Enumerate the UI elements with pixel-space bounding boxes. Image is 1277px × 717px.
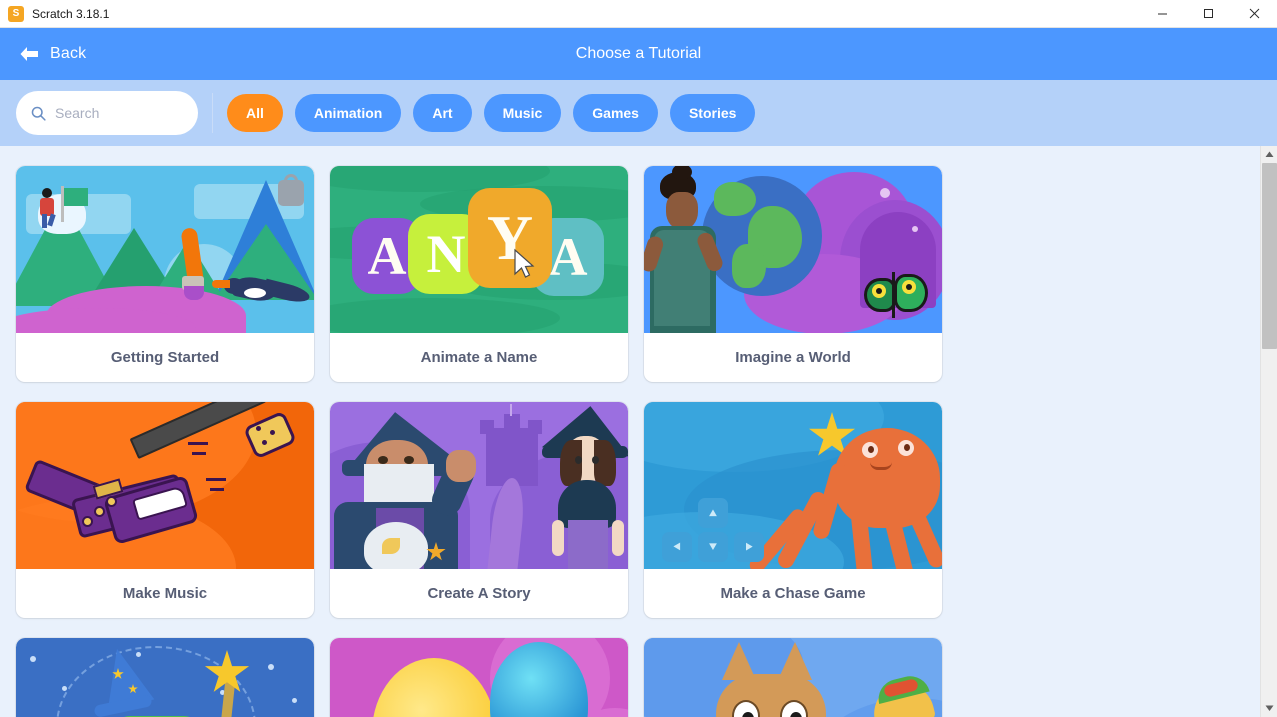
tutorial-header-bar: Back Choose a Tutorial	[0, 28, 1277, 80]
page-title: Choose a Tutorial	[575, 45, 702, 62]
tutorial-card-title: Imagine a World	[735, 349, 851, 366]
mouse-cursor-icon	[514, 248, 535, 278]
tutorial-card-grid: Getting Started A N A Y Animate a Name I…	[0, 146, 1256, 717]
tutorial-thumbnail-row3-balloons	[330, 638, 628, 717]
tutorial-thumbnail-create-a-story	[330, 402, 628, 569]
filter-pill-stories[interactable]: Stories	[669, 94, 756, 132]
filter-pill-music[interactable]: Music	[483, 94, 562, 132]
maximize-button[interactable]	[1185, 0, 1231, 28]
tutorial-card-title: Create A Story	[427, 585, 531, 602]
tutorial-card-title: Make Music	[122, 585, 208, 602]
window-titlebar: S Scratch 3.18.1	[0, 0, 1277, 28]
arrow-key-left: ⯇	[662, 532, 692, 562]
scrollbar-up-button[interactable]	[1261, 146, 1277, 163]
tutorial-thumbnail-animate-a-name: A N A Y	[330, 166, 628, 333]
close-button[interactable]	[1231, 0, 1277, 28]
tutorial-filter-bar: All Animation Art Music Games Stories	[0, 80, 1277, 146]
arrow-key-right: ⯈	[734, 532, 764, 562]
search-input[interactable]	[55, 105, 184, 121]
scrollbar-down-button[interactable]	[1261, 700, 1277, 717]
tutorial-card-imagine-a-world[interactable]: Imagine a World	[644, 166, 942, 382]
tutorial-thumbnail-make-a-chase-game: ⯅ ⯇ ⯆ ⯈	[644, 402, 942, 569]
scratch-logo-icon: S	[8, 5, 24, 22]
window-controls	[1139, 0, 1277, 28]
tutorial-card-title: Animate a Name	[420, 349, 538, 366]
vertical-scrollbar[interactable]	[1260, 146, 1277, 717]
tutorial-card-make-a-chase-game[interactable]: ⯅ ⯇ ⯆ ⯈ Make a Chase Game	[644, 402, 942, 618]
tutorial-list-region: Getting Started A N A Y Animate a Name I…	[0, 146, 1277, 717]
chevron-up-icon	[1265, 151, 1273, 157]
window-title: Scratch 3.18.1	[32, 6, 110, 21]
arrow-left-icon	[20, 47, 38, 61]
tutorial-card-make-music[interactable]: Make Music	[16, 402, 314, 618]
tutorial-thumbnail-getting-started	[16, 166, 314, 333]
back-button-label: Back	[50, 45, 87, 62]
filter-pill-games[interactable]: Games	[573, 94, 658, 132]
filter-pill-group: All Animation Art Music Games Stories	[227, 94, 756, 132]
tutorial-card-title: Make a Chase Game	[720, 585, 866, 602]
chevron-down-icon	[1265, 705, 1273, 711]
letter-tile-y: Y	[468, 188, 552, 288]
tutorial-card-row3-cat-taco[interactable]	[644, 638, 942, 717]
scrollbar-track[interactable]	[1261, 163, 1277, 700]
tutorial-card-row3-balloons[interactable]	[330, 638, 628, 717]
search-icon	[31, 106, 46, 121]
tutorial-card-title: Getting Started	[110, 349, 220, 366]
tutorial-thumbnail-row3-cat-taco	[644, 638, 942, 717]
arrow-key-up: ⯅	[698, 498, 728, 528]
filter-pill-animation[interactable]: Animation	[294, 94, 402, 132]
tutorial-thumbnail-imagine-a-world	[644, 166, 942, 333]
filter-divider	[212, 93, 213, 133]
search-box[interactable]	[16, 91, 198, 135]
minimize-button[interactable]	[1139, 0, 1185, 28]
filter-pill-art[interactable]: Art	[413, 94, 472, 132]
back-button[interactable]: Back	[0, 45, 86, 63]
arrow-key-down: ⯆	[698, 532, 728, 562]
titlebar-left-group: S Scratch 3.18.1	[0, 5, 110, 22]
tutorial-thumbnail-row3-magic	[16, 638, 314, 717]
filter-pill-all[interactable]: All	[227, 94, 283, 132]
tutorial-card-create-a-story[interactable]: Create A Story	[330, 402, 628, 618]
tutorial-thumbnail-make-music	[16, 402, 314, 569]
tutorial-card-row3-magic[interactable]	[16, 638, 314, 717]
tutorial-card-animate-a-name[interactable]: A N A Y Animate a Name	[330, 166, 628, 382]
tutorial-card-getting-started[interactable]: Getting Started	[16, 166, 314, 382]
scrollbar-thumb[interactable]	[1262, 163, 1277, 349]
